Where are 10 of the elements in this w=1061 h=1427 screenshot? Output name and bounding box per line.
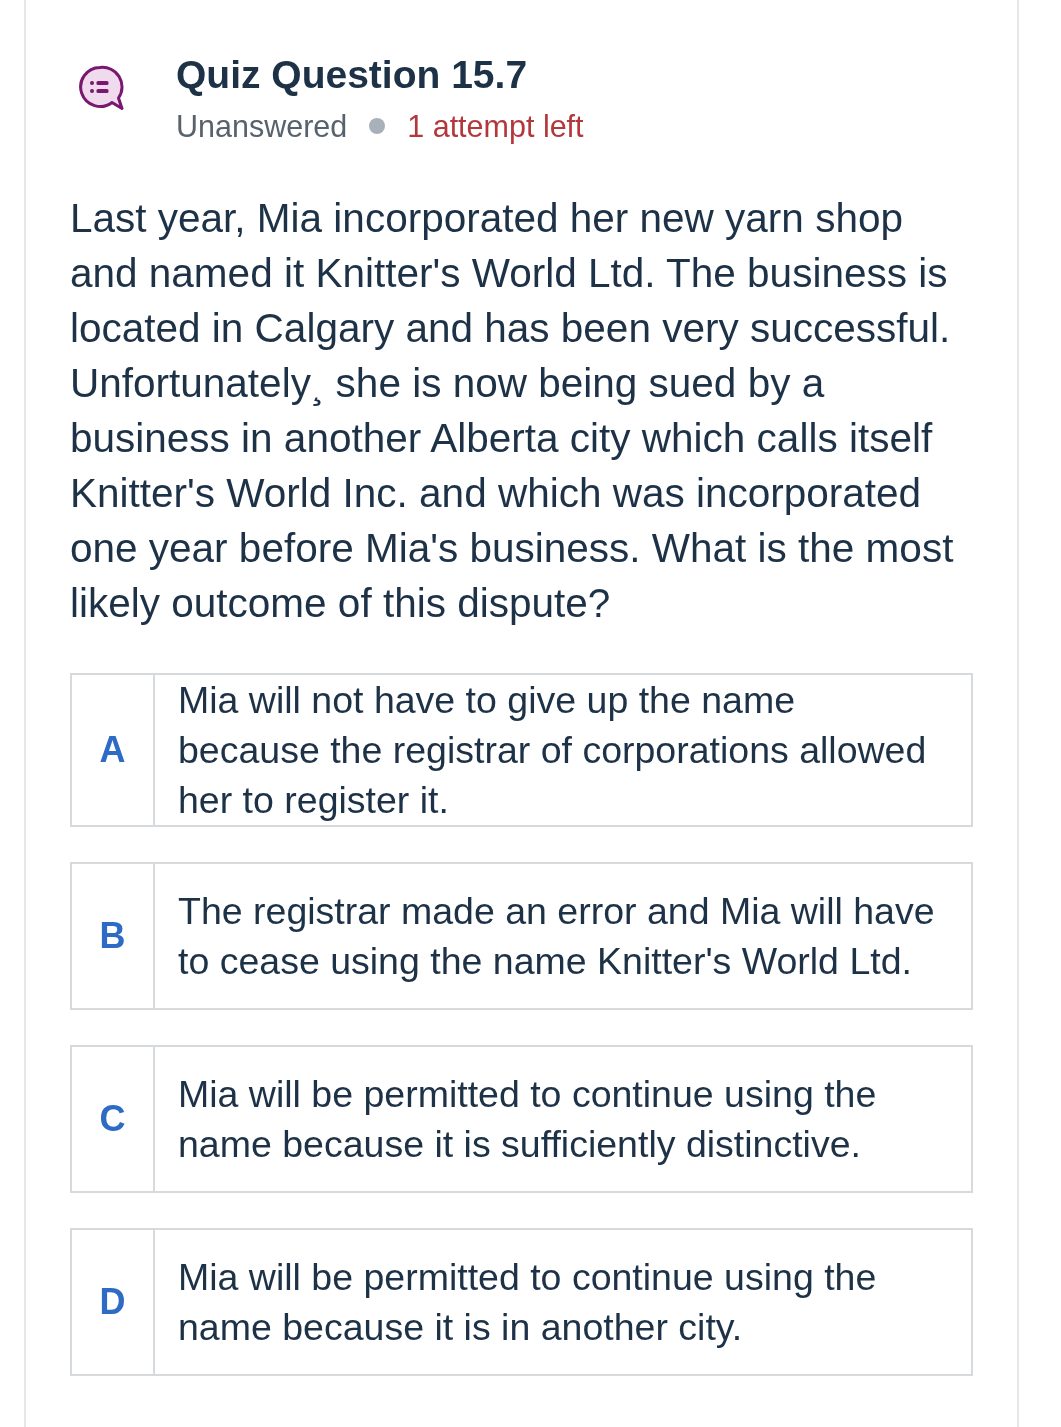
answer-status: Unanswered bbox=[176, 108, 348, 145]
dot-icon bbox=[369, 118, 386, 134]
answer-option[interactable]: A Mia will not have to give up the name because the registrar of corporations allowed her to register it. bbox=[70, 673, 973, 827]
question-text: Last year, Mia incorporated her new yarn shop and named it Knitter's World Ltd. The business is located in Calgary and has been very successful. Unfortunately¸ she is now being sued by a business in another Alberta city which calls itself Knitter's World Inc. and which was incorporated one year before Mia's business. What is the most likely outcome of this dispute? bbox=[70, 194, 955, 628]
answer-option[interactable]: B The registrar made an error and Mia will have to cease using the name Knitter's World Ltd. bbox=[70, 862, 973, 1010]
speech-bubble-list-icon bbox=[78, 65, 124, 111]
answer-option[interactable]: D Mia will be permitted to continue using the name because it is in another city. bbox=[70, 1228, 973, 1376]
answer-option[interactable]: C Mia will be permitted to continue using the name because it is sufficiently distinctive. bbox=[70, 1045, 973, 1193]
question-title: Quiz Question 15.7 bbox=[176, 52, 529, 98]
attempts-left: 1 attempt left bbox=[407, 108, 584, 145]
